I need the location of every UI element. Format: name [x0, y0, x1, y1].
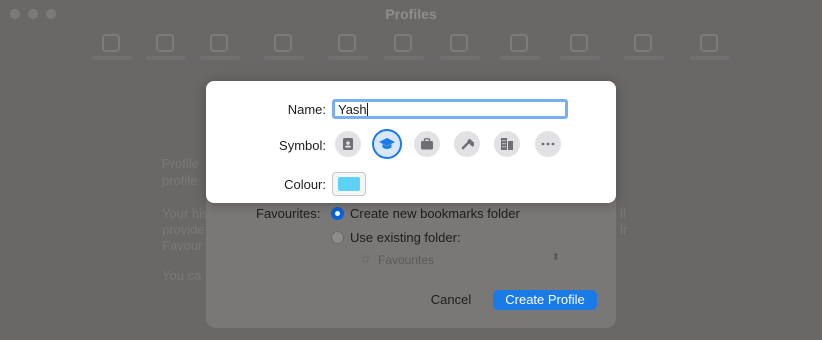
bg-text: provide [162, 222, 205, 237]
bg-text: Favour [162, 238, 203, 253]
create-profile-button[interactable]: Create Profile [493, 290, 597, 310]
briefcase-icon[interactable] [414, 131, 440, 157]
toolbar-websites[interactable] [500, 34, 540, 68]
gear-icon [700, 34, 718, 52]
key-icon [274, 34, 292, 52]
bg-text: Your his [162, 206, 209, 221]
toolbar-label [624, 56, 664, 60]
bg-text: lr [620, 222, 628, 237]
toolbar-advanced[interactable] [690, 34, 730, 68]
window-title: Profiles [385, 6, 437, 22]
profiles-icon [570, 34, 588, 52]
extensions-icon [634, 34, 652, 52]
create-new-folder-radio[interactable] [331, 207, 344, 220]
toolbar-label [92, 56, 132, 60]
toolbar-security[interactable] [384, 34, 424, 68]
name-field[interactable]: Yash [332, 99, 568, 119]
toolbar-passwords[interactable] [264, 34, 304, 68]
general-icon [102, 34, 120, 52]
toolbar-tabs[interactable] [146, 34, 186, 68]
autofill-icon [210, 34, 228, 52]
badge-icon[interactable] [335, 131, 361, 157]
colour-swatch [338, 177, 360, 191]
toolbar-label [200, 56, 240, 60]
bg-text: profile [162, 173, 198, 188]
favourites-label: Favourites: [256, 206, 321, 221]
toolbar-privacy[interactable] [440, 34, 480, 68]
toolbar-profiles[interactable] [560, 34, 600, 68]
lock-icon [394, 34, 412, 52]
toolbar-search[interactable] [328, 34, 368, 68]
colour-label: Colour: [284, 177, 326, 192]
name-value: Yash [338, 102, 367, 117]
hammer-icon[interactable] [454, 131, 480, 157]
name-label: Name: [287, 102, 326, 117]
profile-details-panel: Name: Yash Symbol: Colour: [206, 81, 616, 203]
toolbar-label [500, 56, 540, 60]
globe-icon [510, 34, 528, 52]
search-icon [338, 34, 356, 52]
toolbar-label [440, 56, 480, 60]
toolbar-label [690, 56, 730, 60]
title-bar: Profiles [0, 0, 822, 28]
star-icon: ☆ [360, 252, 371, 266]
tabs-icon [156, 34, 174, 52]
toolbar-autofill[interactable] [200, 34, 240, 68]
hand-icon [450, 34, 468, 52]
create-new-folder-label[interactable]: Create new bookmarks folder [350, 206, 520, 221]
toolbar-label [328, 56, 368, 60]
chevron-updown-icon: ⬍ [551, 252, 560, 263]
bg-text: Profile [162, 156, 199, 171]
more-icon[interactable] [535, 131, 561, 157]
use-existing-folder-label[interactable]: Use existing folder: [350, 230, 461, 245]
colour-well[interactable] [332, 172, 366, 196]
toolbar-general[interactable] [92, 34, 132, 68]
text-cursor [366, 103, 368, 116]
cancel-button[interactable]: Cancel [416, 290, 486, 310]
toolbar-label [264, 56, 304, 60]
bg-text: You ca [162, 268, 202, 283]
symbol-label: Symbol: [279, 138, 326, 153]
toolbar-label [384, 56, 424, 60]
existing-folder-value: Favourites [378, 253, 435, 267]
existing-folder-popup[interactable]: ☆ Favourites ⬍ [352, 250, 566, 270]
use-existing-folder-radio[interactable] [331, 231, 344, 244]
toolbar-extensions[interactable] [624, 34, 664, 68]
graduation-cap-icon[interactable] [372, 129, 402, 159]
toolbar-label [560, 56, 600, 60]
toolbar-label [146, 56, 186, 60]
bg-text: il [620, 206, 626, 221]
building-icon[interactable] [494, 131, 520, 157]
